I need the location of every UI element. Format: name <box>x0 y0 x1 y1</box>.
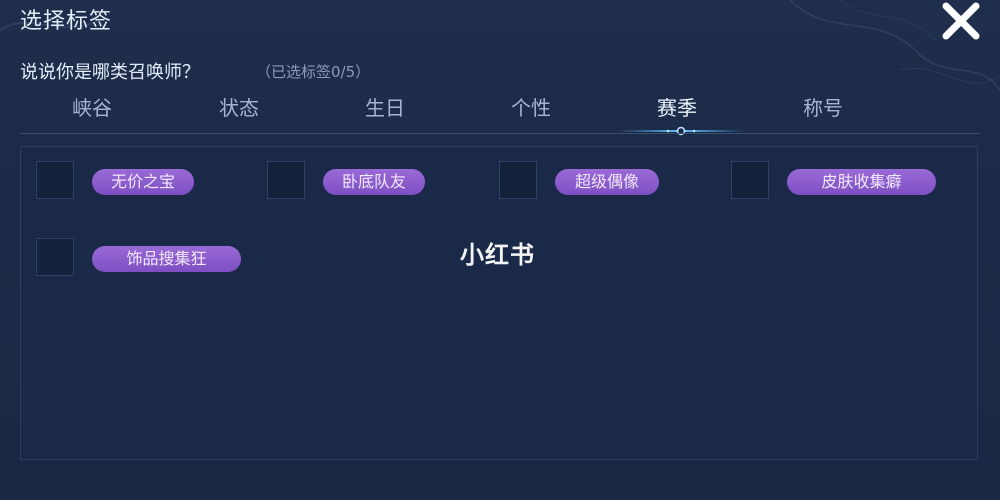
tag-label: 无价之宝 <box>92 169 194 195</box>
tab-bar: 峡谷 状态 生日 个性 赛季 称号 <box>20 88 980 136</box>
tab-saiji[interactable]: 赛季 <box>627 92 727 121</box>
close-x-icon <box>942 2 980 40</box>
tab-divider <box>20 133 980 134</box>
active-tab-indicator <box>616 126 746 136</box>
tag-checkbox[interactable] <box>36 161 74 199</box>
tag-panel: 无价之宝 卧底队友 超级偶像 皮肤收集癖 饰品搜集狂 <box>20 146 978 460</box>
selected-count: （已选标签0/5） <box>256 63 371 81</box>
tag-label: 皮肤收集癖 <box>787 169 936 195</box>
watermark: 小红书 <box>460 241 535 269</box>
tag-checkbox[interactable] <box>499 161 537 199</box>
close-button[interactable] <box>938 0 984 42</box>
tab-gexing[interactable]: 个性 <box>481 92 581 121</box>
prompt-question: 说说你是哪类召唤师？ <box>20 62 200 83</box>
tab-zhuangtai[interactable]: 状态 <box>189 92 289 121</box>
tag-checkbox[interactable] <box>36 238 74 276</box>
tab-xiagu[interactable]: 峡谷 <box>42 92 142 121</box>
tag-label: 饰品搜集狂 <box>92 246 241 272</box>
tab-shengri[interactable]: 生日 <box>335 92 435 121</box>
tag-checkbox[interactable] <box>267 161 305 199</box>
tag-label: 超级偶像 <box>555 169 659 195</box>
tag-label: 卧底队友 <box>323 169 425 195</box>
page-title: 选择标签 <box>20 9 113 34</box>
tag-checkbox[interactable] <box>731 161 769 199</box>
tab-chenghao[interactable]: 称号 <box>773 92 873 121</box>
